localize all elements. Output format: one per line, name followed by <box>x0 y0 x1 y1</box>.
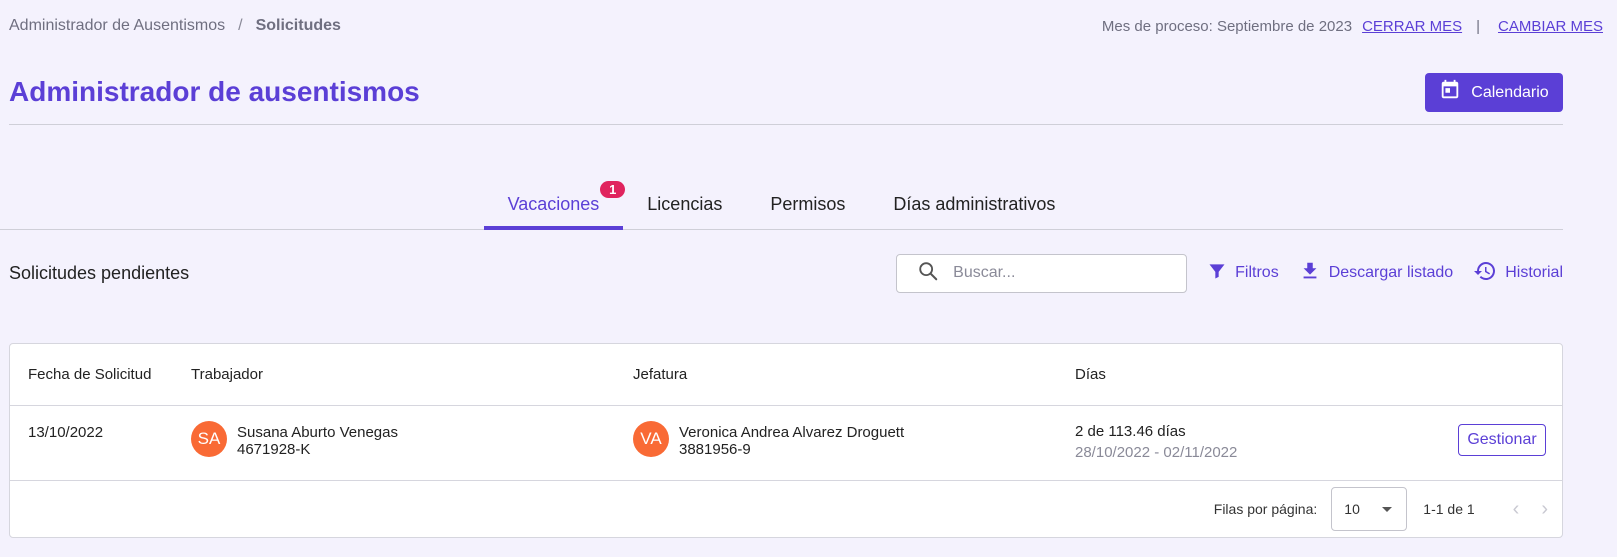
header-divider <box>9 124 1563 125</box>
row-fecha: 13/10/2022 <box>28 424 104 441</box>
tab-dias-administrativos-label: Días administrativos <box>893 194 1056 214</box>
close-month-link[interactable]: CERRAR MES <box>1362 18 1462 35</box>
filter-icon <box>1207 261 1227 286</box>
tab-vacaciones-badge: 1 <box>600 181 626 198</box>
dias-count: 2 de 113.46 días <box>1075 423 1186 440</box>
filters-button[interactable]: Filtros <box>1207 261 1279 286</box>
rows-per-page-select[interactable]: 10 <box>1331 487 1408 531</box>
tab-licencias[interactable]: Licencias <box>623 178 746 230</box>
jefatura-name: Veronica Andrea Alvarez Droguett <box>679 424 905 441</box>
header-trabajador: Trabajador <box>191 366 263 383</box>
filters-label: Filtros <box>1235 264 1279 281</box>
breadcrumb-current: Solicitudes <box>255 17 341 34</box>
search-icon <box>917 260 939 287</box>
list-toolbar: Solicitudes pendientes Filtros Descargar… <box>9 253 1563 293</box>
tab-vacaciones-label: Vacaciones <box>507 194 600 214</box>
change-month-link[interactable]: CAMBIAR MES <box>1498 18 1603 35</box>
tab-permisos[interactable]: Permisos <box>746 178 869 230</box>
trabajador-id: 4671928-K <box>237 441 311 458</box>
rows-per-page-label: Filas por página: <box>1213 501 1318 517</box>
dias-range: 28/10/2022 - 02/11/2022 <box>1075 444 1238 461</box>
trabajador-name: Susana Aburto Venegas <box>237 424 398 441</box>
header-fecha: Fecha de Solicitud <box>28 366 152 383</box>
header-dias: Días <box>1075 366 1106 383</box>
jefatura-id: 3881956-9 <box>679 441 751 458</box>
pagination-range: 1-1 de 1 <box>1423 501 1475 517</box>
download-list-label: Descargar listado <box>1328 264 1454 281</box>
process-divider: | <box>1476 17 1480 35</box>
search-input[interactable] <box>953 264 1174 282</box>
manage-button[interactable]: Gestionar <box>1458 424 1546 456</box>
calendar-button-label: Calendario <box>1471 83 1549 101</box>
tab-dias-administrativos[interactable]: Días administrativos <box>869 178 1079 230</box>
chevron-left-icon[interactable]: ‹ <box>1513 498 1520 521</box>
breadcrumb-separator: / <box>238 17 243 34</box>
chevron-down-icon <box>1382 506 1393 512</box>
pagination: Filas por página: 10 1-1 de 1 ‹ › <box>1214 487 1548 531</box>
history-icon <box>1473 259 1497 288</box>
calendar-icon <box>1439 79 1461 106</box>
toolbar-actions: Filtros Descargar listado Historial <box>896 253 1563 293</box>
tab-permisos-label: Permisos <box>770 194 846 214</box>
breadcrumb: Administrador de Ausentismos / Solicitud… <box>9 17 341 35</box>
calendar-button[interactable]: Calendario <box>1425 73 1563 112</box>
rows-per-page-value: 10 <box>1344 501 1360 517</box>
requests-table: Fecha de Solicitud Trabajador Jefatura D… <box>9 343 1563 538</box>
row-trabajador: SA Susana Aburto Venegas 4671928-K <box>191 421 398 458</box>
download-icon <box>1299 260 1321 287</box>
avatar: SA <box>191 421 227 457</box>
top-bar: Administrador de Ausentismos / Solicitud… <box>9 14 1603 38</box>
table-header: Fecha de Solicitud Trabajador Jefatura D… <box>10 344 1562 406</box>
section-title: Solicitudes pendientes <box>9 262 190 283</box>
row-jefatura: VA Veronica Andrea Alvarez Droguett 3881… <box>633 421 904 458</box>
process-month-bar: Mes de proceso: Septiembre de 2023 CERRA… <box>1102 18 1603 35</box>
header-jefatura: Jefatura <box>633 366 688 383</box>
download-list-button[interactable]: Descargar listado <box>1299 260 1454 287</box>
history-button[interactable]: Historial <box>1473 259 1563 288</box>
search-box[interactable] <box>896 253 1188 293</box>
chevron-right-icon[interactable]: › <box>1541 498 1548 521</box>
process-month-label: Mes de proceso: Septiembre de 2023 <box>1101 17 1353 35</box>
avatar: VA <box>633 421 669 457</box>
table-row: 13/10/2022 SA Susana Aburto Venegas 4671… <box>10 406 1562 481</box>
tab-vacaciones[interactable]: Vacaciones 1 <box>483 178 626 230</box>
tab-bar: Vacaciones 1 Licencias Permisos Días adm… <box>0 178 1563 230</box>
page-title: Administrador de ausentismos <box>9 76 420 107</box>
tab-licencias-label: Licencias <box>647 194 723 214</box>
row-dias: 2 de 113.46 días 28/10/2022 - 02/11/2022 <box>1075 423 1237 461</box>
breadcrumb-parent[interactable]: Administrador de Ausentismos <box>9 17 225 35</box>
history-label: Historial <box>1505 264 1563 281</box>
